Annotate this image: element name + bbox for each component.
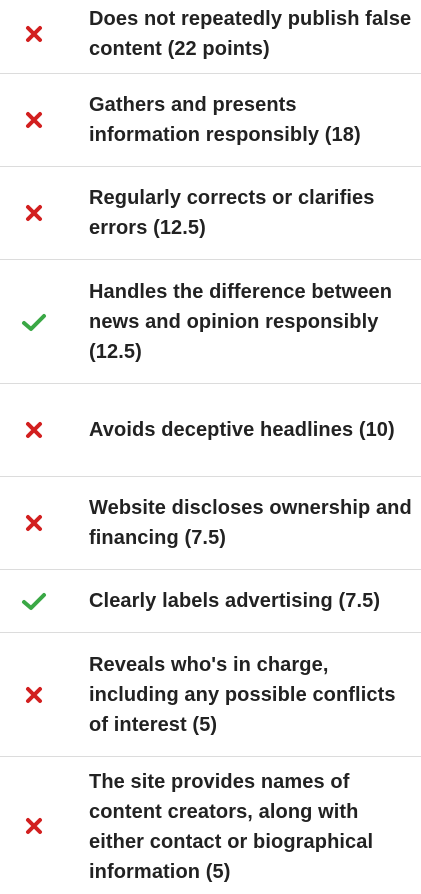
criterion-label: Handles the difference between news and … <box>89 280 393 363</box>
criterion-row: Clearly labels advertising (7.5) <box>0 570 421 633</box>
criteria-list: Does not repeatedly publish false conten… <box>0 0 421 888</box>
criterion-label: The site provides names of content creat… <box>89 771 374 883</box>
x-icon <box>0 420 89 440</box>
criterion-row: The site provides names of content creat… <box>0 757 421 888</box>
criterion-row: Website discloses ownership and financin… <box>0 477 421 570</box>
x-icon <box>0 513 89 533</box>
criterion-row: Handles the difference between news and … <box>0 260 421 384</box>
criterion-label: Avoids deceptive headlines (10) <box>89 419 395 441</box>
x-icon <box>0 203 89 223</box>
criterion-row: Regularly corrects or clarifies errors (… <box>0 167 421 260</box>
x-icon <box>0 24 89 44</box>
x-icon <box>0 816 89 836</box>
criterion-label: Regularly corrects or clarifies errors (… <box>89 187 375 239</box>
criterion-label: Website discloses ownership and financin… <box>89 497 412 549</box>
criterion-row: Reveals who's in charge, including any p… <box>0 633 421 757</box>
criterion-label: Reveals who's in charge, including any p… <box>89 653 396 736</box>
x-icon <box>0 685 89 705</box>
criterion-row: Does not repeatedly publish false conten… <box>0 0 421 74</box>
criterion-row: Avoids deceptive headlines (10) <box>0 384 421 477</box>
criterion-label: Does not repeatedly publish false conten… <box>89 7 412 60</box>
criterion-label: Clearly labels advertising (7.5) <box>89 590 381 612</box>
criterion-label: Gathers and presents information respons… <box>89 94 361 146</box>
checkmark-icon <box>0 312 89 332</box>
checkmark-icon <box>0 591 89 611</box>
x-icon <box>0 110 89 130</box>
criterion-row: Gathers and presents information respons… <box>0 74 421 167</box>
